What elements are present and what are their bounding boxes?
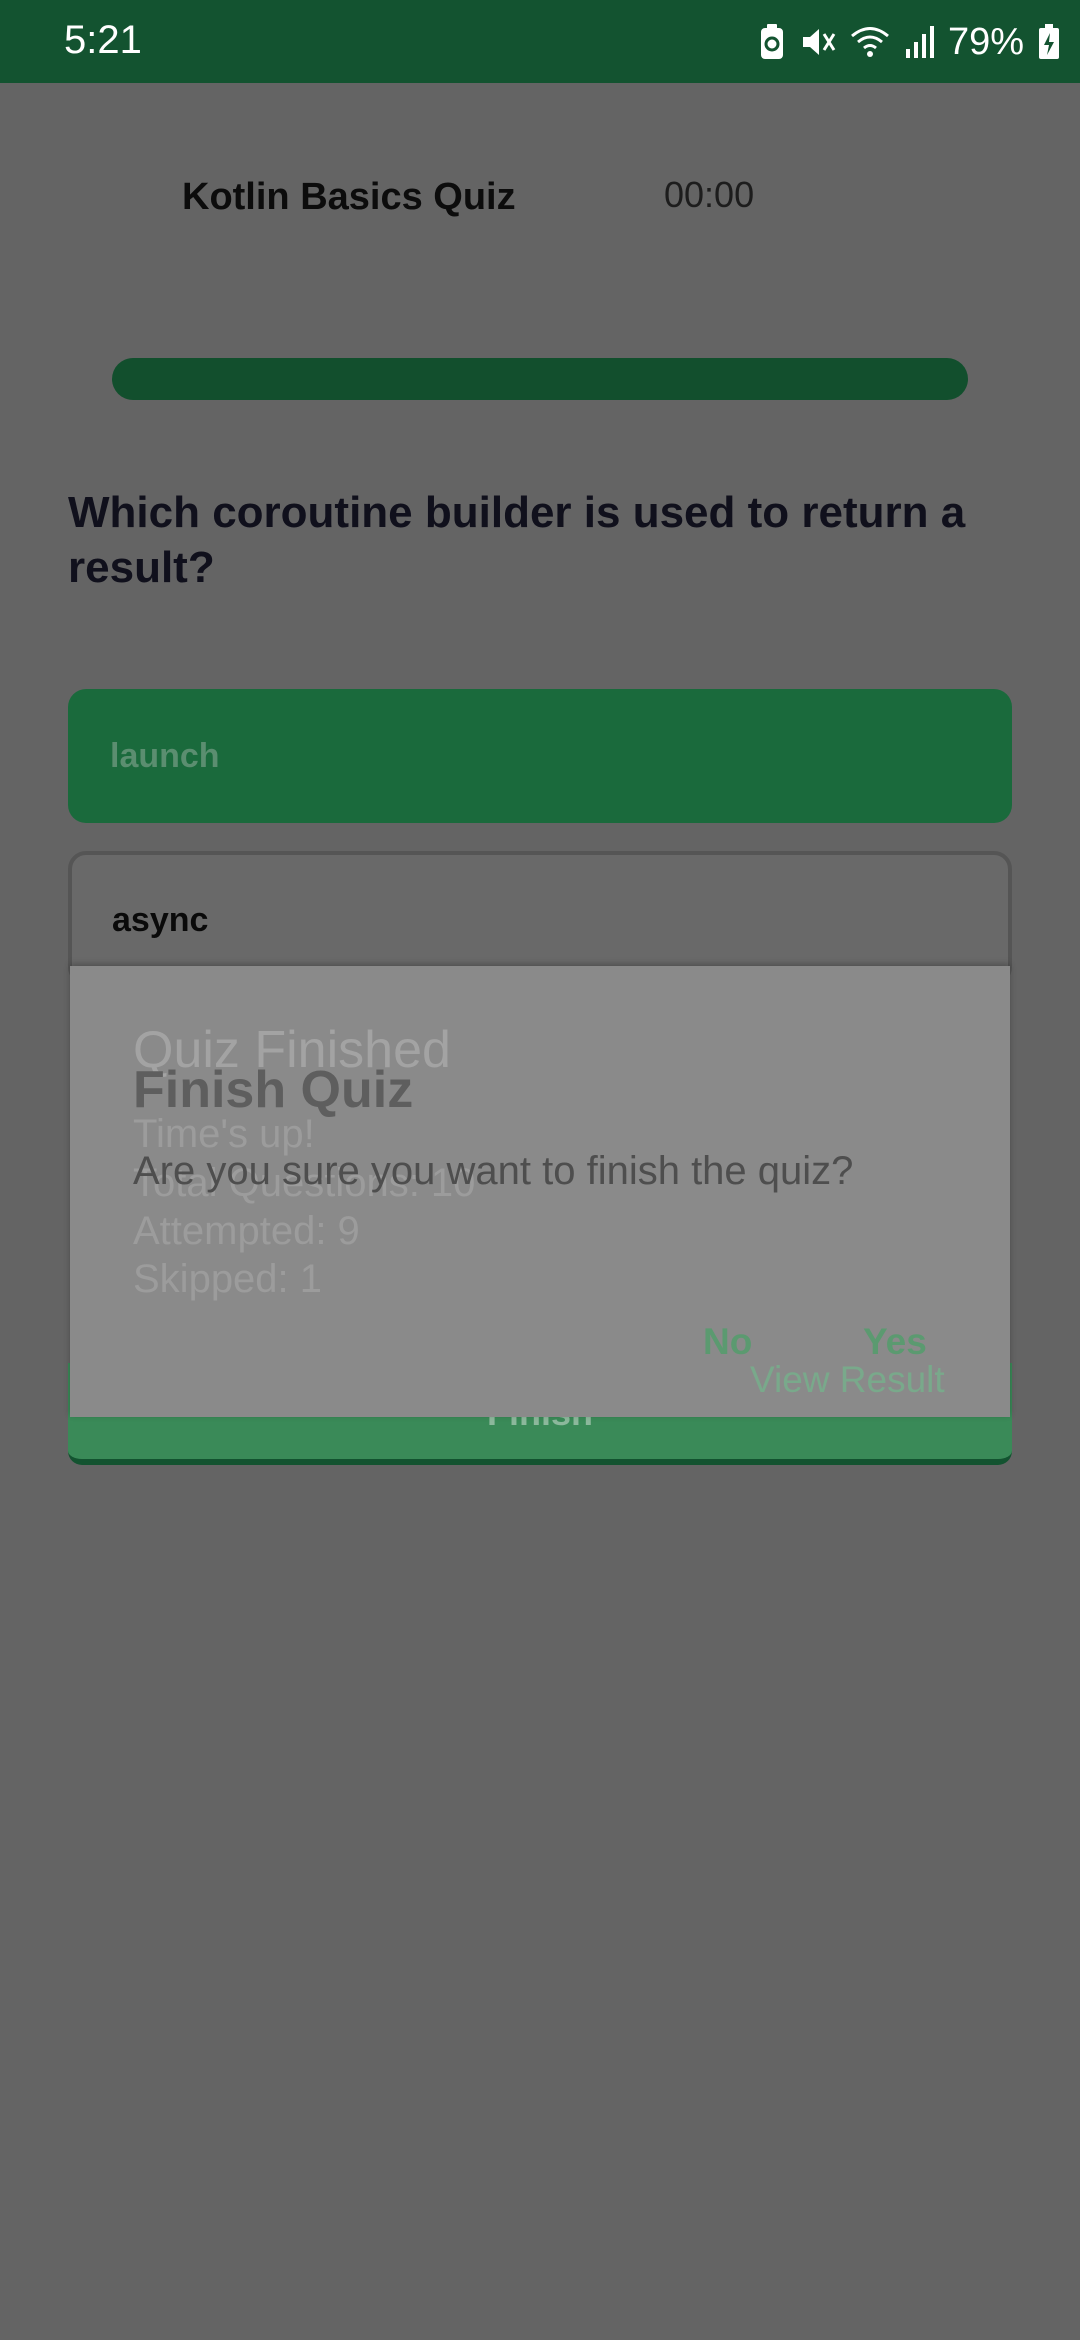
quiz-dialog: Quiz Finished Time's up! Total Questions… [70,966,1010,1417]
status-icons: 79% [758,18,1060,66]
quiz-title: Kotlin Basics Quiz [182,176,516,218]
view-result-button[interactable]: View Result [750,1359,945,1401]
battery-percent: 79% [947,20,1024,63]
status-bar: 5:21 79% [0,0,1080,83]
question-text: Which coroutine builder is used to retur… [68,488,966,592]
option-launch[interactable]: launch [68,689,1012,823]
yes-button[interactable]: Yes [863,1321,927,1363]
option-label: async [112,901,209,939]
no-button[interactable]: No [703,1321,752,1363]
wifi-icon [850,25,890,59]
battery-saver-icon [758,23,786,61]
result-attempted: Attempted: 9 [133,1209,360,1253]
confirm-dialog-title: Finish Quiz [133,1061,414,1119]
quiz-timer: 00:00 [664,174,755,215]
mute-icon [800,24,836,60]
battery-charging-icon [1038,24,1060,60]
quiz-progress-bar [112,358,968,400]
signal-icon [904,25,934,59]
confirm-dialog-message: Are you sure you want to finish the quiz… [133,1149,854,1193]
status-time: 5:21 [64,18,142,62]
option-label: launch [110,736,220,775]
option-async[interactable]: async [68,851,1012,985]
result-skipped: Skipped: 1 [133,1257,323,1301]
